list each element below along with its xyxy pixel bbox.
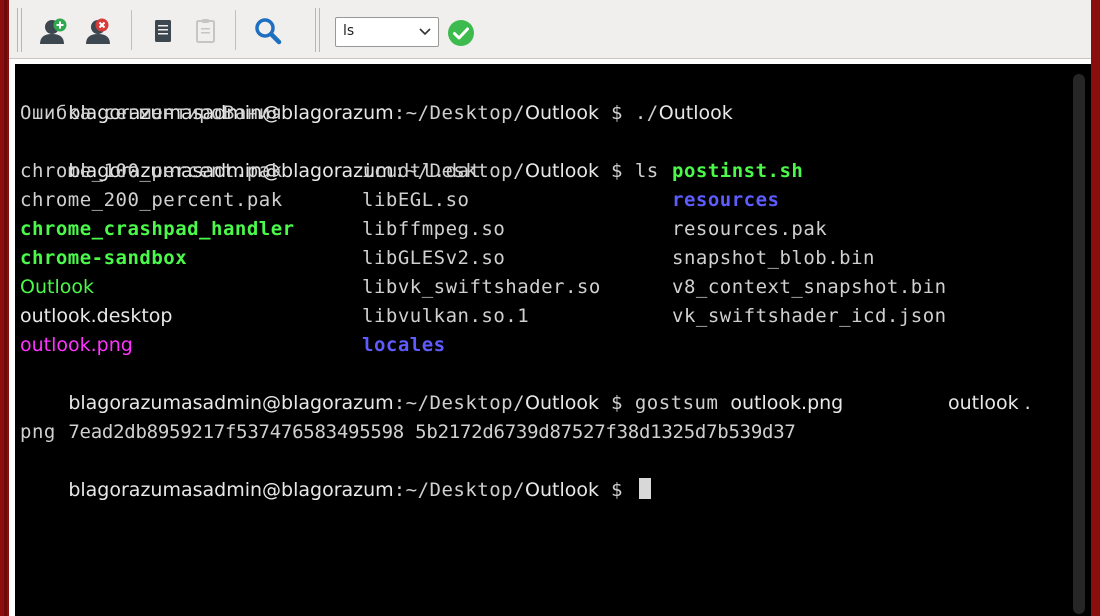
prompt-userhost: blagorazumasadmin@blagorazum	[68, 479, 394, 501]
check-circle-icon	[448, 20, 474, 46]
file-entry-directory: resources	[672, 189, 780, 211]
listing-row: chrome_200_percent.pak libEGL.so resourc…	[20, 186, 1070, 215]
listing-row: chrome_100_percent.pak icudtl.dat postin…	[20, 157, 1070, 186]
prompt-path-dir: Outlook	[525, 479, 600, 501]
toolbar-grip[interactable]	[17, 8, 22, 52]
command-select-value: ls	[343, 23, 355, 39]
toolbar: ls	[9, 0, 1091, 59]
listing-row: chrome-sandbox libGLESv2.so snapshot_blo…	[20, 244, 1070, 273]
file-entry-directory: locales	[362, 334, 446, 356]
file-entry-executable: chrome_crashpad_handler	[20, 218, 295, 240]
paste-button[interactable]	[189, 14, 223, 48]
window-frame-right	[1091, 0, 1100, 616]
listing-row: outlook.desktop libvulkan.so.1 vk_swifts…	[20, 302, 1070, 331]
terminal-window: ls blagorazumasadmin@blagorazum:~/Deskto…	[0, 0, 1100, 616]
command-select[interactable]: ls	[335, 17, 439, 47]
search-button[interactable]	[251, 14, 285, 48]
file-entry: libEGL.so	[362, 189, 470, 211]
file-entry: vk_swiftshader_icd.json	[672, 305, 947, 327]
copy-button[interactable]	[147, 14, 181, 48]
window-frame-left	[0, 0, 9, 616]
file-entry: libGLESv2.so	[362, 247, 506, 269]
copy-icon	[155, 20, 171, 42]
file-entry: snapshot_blob.bin	[672, 247, 875, 269]
prompt-symbol: $	[599, 479, 635, 501]
file-entry-executable: Outlook	[20, 276, 94, 298]
file-entry: chrome_100_percent.pak	[20, 160, 283, 182]
terminal-output[interactable]: blagorazumasadmin@blagorazum:~/Desktop/O…	[15, 64, 1091, 616]
hash-output-line: 7ead2db8959217f537476583495598 5b2172d67…	[20, 389, 1070, 443]
prompt-line-current: blagorazumasadmin@blagorazum:~/Desktop/O…	[20, 447, 1070, 501]
file-entry-executable: chrome-sandbox	[20, 247, 188, 269]
file-entry: libvk_swiftshader.so	[362, 276, 601, 298]
toolbar-grip[interactable]	[315, 8, 320, 52]
search-icon	[255, 18, 282, 45]
add-user-button[interactable]	[37, 14, 71, 48]
run-button[interactable]	[446, 18, 476, 48]
file-entry-image: outlook.png	[20, 334, 133, 356]
file-entry: v8_context_snapshot.bin	[672, 276, 947, 298]
file-entry-executable: postinst.sh	[672, 160, 804, 182]
toolbar-separator	[131, 10, 132, 50]
file-entry: outlook.desktop	[20, 305, 173, 327]
remove-user-icon	[86, 18, 110, 44]
prompt-line: blagorazumasadmin@blagorazum:~/Desktop/O…	[20, 70, 1070, 124]
hash-filename: outlook .	[948, 392, 1031, 414]
vertical-scrollbar[interactable]	[1073, 74, 1085, 614]
file-entry: libvulkan.so.1	[362, 305, 530, 327]
prompt-path: :~/Desktop/	[393, 479, 526, 501]
chevron-down-icon	[419, 28, 431, 36]
file-entry: resources.pak	[672, 218, 828, 240]
prompt-line: blagorazumasadmin@blagorazum:~/Desktop/O…	[20, 128, 1070, 182]
file-entry: libffmpeg.so	[362, 218, 506, 240]
prompt-line: blagorazumasadmin@blagorazum:~/Desktop/O…	[20, 360, 1070, 414]
remove-user-button[interactable]	[83, 14, 117, 48]
listing-row: outlook.png locales	[20, 331, 1070, 360]
paste-icon	[196, 19, 215, 43]
hash-filename-wrap: png	[20, 421, 56, 443]
text-cursor	[638, 478, 651, 499]
listing-row: chrome_crashpad_handler libffmpeg.so res…	[20, 215, 1070, 244]
toolbar-separator	[235, 10, 236, 50]
add-user-icon	[40, 18, 67, 44]
listing-row: Outlook libvk_swiftshader.so v8_context_…	[20, 273, 1070, 302]
file-entry: icudtl.dat	[362, 160, 482, 182]
file-entry: chrome_200_percent.pak	[20, 189, 283, 211]
error-output: Ошибка сегментироВания	[20, 102, 283, 124]
